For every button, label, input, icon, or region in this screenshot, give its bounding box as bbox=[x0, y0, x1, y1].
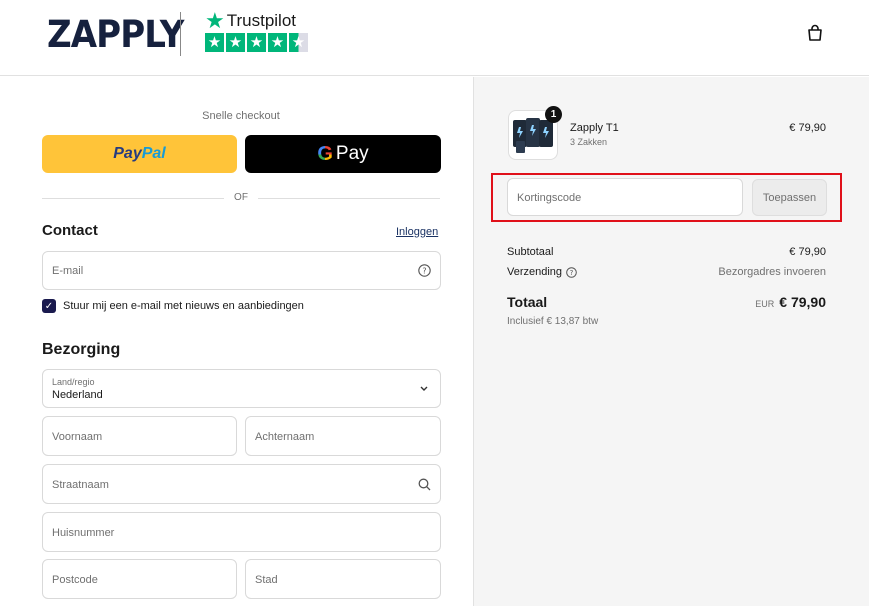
star-icon: ★ bbox=[268, 33, 287, 52]
trustpilot-label: Trustpilot bbox=[226, 11, 297, 30]
highlight-box bbox=[491, 173, 842, 222]
checkout-form: Snelle checkout Pay Pal G Pay OF Contact … bbox=[0, 77, 473, 606]
paypal-logo-b: Pal bbox=[141, 145, 166, 162]
paypal-button[interactable]: Pay Pal bbox=[42, 135, 237, 173]
search-icon bbox=[418, 478, 431, 491]
total-label: Totaal bbox=[507, 294, 548, 310]
street-placeholder: Straatnaam bbox=[52, 479, 109, 491]
contact-title: Contact bbox=[42, 222, 98, 239]
postcode-placeholder: Postcode bbox=[52, 574, 98, 586]
email-field[interactable]: E-mail ? bbox=[42, 251, 441, 290]
shipping-value: Bezorgadres invoeren bbox=[718, 266, 826, 278]
product-variant: 3 Zakken bbox=[570, 137, 608, 147]
last-name-field[interactable]: Achternaam bbox=[245, 416, 441, 456]
trustpilot-stars: ★ ★ ★ ★ ★ bbox=[205, 33, 308, 52]
product-name: Zapply T1 bbox=[570, 122, 619, 134]
order-summary: 1 Zapply T1 3 Zakken € 79,90 Kortingscod… bbox=[473, 77, 869, 606]
country-value: Nederland bbox=[52, 389, 103, 401]
product-price: € 79,90 bbox=[789, 122, 826, 134]
city-placeholder: Stad bbox=[255, 574, 278, 586]
or-divider: OF bbox=[42, 191, 440, 205]
shipping-row-label: Verzending ? bbox=[507, 266, 577, 278]
quantity-badge: 1 bbox=[545, 106, 562, 123]
delivery-title: Bezorging bbox=[42, 341, 121, 358]
total-currency: EUR bbox=[755, 299, 775, 309]
or-text: OF bbox=[234, 192, 248, 203]
page-header: ZAPPLY ★ Trustpilot ★ ★ ★ ★ ★ bbox=[0, 0, 869, 76]
svg-text:?: ? bbox=[422, 266, 426, 275]
google-pay-label: Pay bbox=[335, 143, 369, 164]
subtotal-value: € 79,90 bbox=[789, 246, 826, 258]
star-icon: ★ bbox=[226, 33, 245, 52]
last-name-placeholder: Achternaam bbox=[255, 431, 315, 443]
google-pay-button[interactable]: G Pay bbox=[245, 135, 441, 173]
total-amount: EUR € 79,90 bbox=[755, 294, 826, 310]
login-link[interactable]: Inloggen bbox=[396, 226, 438, 238]
trustpilot-star-icon: ★ bbox=[205, 8, 225, 33]
house-number-field[interactable]: Huisnummer bbox=[42, 512, 441, 552]
paypal-logo-a: Pay bbox=[113, 145, 142, 162]
country-label: Land/regio bbox=[52, 377, 95, 387]
tax-note: Inclusief € 13,87 btw bbox=[507, 316, 599, 327]
shopping-bag-icon[interactable] bbox=[806, 24, 824, 42]
first-name-field[interactable]: Voornaam bbox=[42, 416, 237, 456]
star-icon: ★ bbox=[247, 33, 266, 52]
half-star-icon: ★ bbox=[289, 33, 308, 52]
chevron-down-icon bbox=[420, 386, 428, 391]
first-name-placeholder: Voornaam bbox=[52, 431, 103, 443]
street-field[interactable]: Straatnaam bbox=[42, 464, 441, 504]
newsletter-checkbox[interactable]: ✓ bbox=[42, 299, 56, 313]
svg-text:?: ? bbox=[570, 269, 574, 277]
google-g-icon: G bbox=[317, 142, 333, 165]
header-divider bbox=[180, 12, 181, 56]
help-icon[interactable]: ? bbox=[566, 266, 577, 278]
subtotal-label: Subtotaal bbox=[507, 246, 554, 258]
express-checkout-label: Snelle checkout bbox=[202, 110, 280, 122]
zapply-logo[interactable]: ZAPPLY bbox=[47, 13, 184, 56]
city-field[interactable]: Stad bbox=[245, 559, 441, 599]
help-icon[interactable]: ? bbox=[418, 264, 431, 277]
newsletter-label: Stuur mij een e-mail met nieuws en aanbi… bbox=[63, 300, 304, 312]
house-number-placeholder: Huisnummer bbox=[52, 527, 115, 539]
postcode-field[interactable]: Postcode bbox=[42, 559, 237, 599]
star-icon: ★ bbox=[205, 33, 224, 52]
country-select[interactable]: Land/regio Nederland bbox=[42, 369, 441, 408]
total-value: € 79,90 bbox=[779, 294, 826, 310]
email-placeholder: E-mail bbox=[52, 265, 84, 277]
trustpilot-rating[interactable]: ★ Trustpilot ★ ★ ★ ★ ★ bbox=[205, 10, 308, 52]
shipping-label: Verzending bbox=[507, 266, 563, 278]
